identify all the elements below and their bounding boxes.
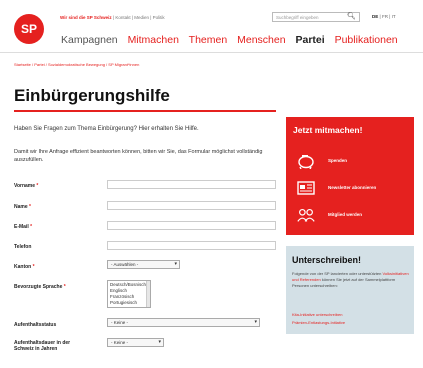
meta-link-about[interactable]: Wir sind die SP Schweiz — [60, 15, 112, 20]
sprache-listbox[interactable]: Deutsch/Bosnisch Englisch Französisch Po… — [107, 280, 151, 308]
cta-spenden[interactable]: Spenden — [286, 152, 414, 172]
language-switcher: DE | FR | IT — [372, 14, 396, 19]
unterschreiben-text: Folgende von der SP lancierten oder unte… — [292, 271, 409, 288]
form-instructions: Damit wir Ihre Anfrage effizient beantwo… — [14, 149, 263, 163]
aufenthaltsdauer-label: Aufenthaltsdauer in der Schweiz in Jahre… — [14, 340, 71, 352]
lang-other[interactable]: | FR | IT — [380, 14, 396, 19]
aufenthaltsstatus-select[interactable]: - Keine - ▾ — [107, 318, 260, 327]
meta-link-list[interactable]: | Kontakt | Medien | Politik — [113, 15, 165, 20]
header-divider — [0, 52, 423, 53]
nav-item-kampagnen[interactable]: Kampagnen — [61, 34, 118, 46]
nav-item-mitmachen[interactable]: Mitmachen — [128, 34, 179, 46]
title-underline — [14, 110, 276, 112]
email-field[interactable] — [107, 221, 276, 230]
nav-item-menschen[interactable]: Menschen — [237, 34, 285, 46]
mitmachen-title: Jetzt mitmachen! — [293, 125, 363, 135]
kanton-select[interactable]: - Auswählen - ▾ — [107, 260, 180, 269]
vorname-label: Vorname * — [14, 183, 39, 189]
nav-item-themen[interactable]: Themen — [189, 34, 228, 46]
cta-mitglied[interactable]: Mitglied werden — [286, 206, 414, 226]
sign-link-1[interactable]: Kita-Initiative unterschreiben — [292, 312, 342, 317]
main-nav: Kampagnen Mitmachen Themen Menschen Part… — [61, 34, 405, 46]
chevron-down-icon: ▾ — [254, 319, 257, 325]
telefon-field[interactable] — [107, 241, 276, 250]
aufenthaltsdauer-select[interactable]: - Keine - ▾ — [107, 338, 164, 347]
people-icon — [296, 206, 316, 224]
name-field[interactable] — [107, 201, 276, 210]
email-label: E-Mail * — [14, 224, 33, 230]
sprache-option[interactable]: Portugiesisch — [110, 300, 148, 306]
nav-item-publikationen[interactable]: Publikationen — [335, 34, 398, 46]
aufenthaltsstatus-label: Aufenthaltsstatus — [14, 322, 57, 328]
intro-text: Haben Sie Fragen zum Thema Einbürgerung?… — [14, 126, 199, 132]
piggy-bank-icon — [296, 152, 316, 170]
lang-de[interactable]: DE — [372, 14, 378, 19]
cta-newsletter[interactable]: Newsletter abonnieren — [286, 179, 414, 199]
chevron-down-icon: ▾ — [174, 261, 177, 267]
unterschreiben-title: Unterschreiben! — [292, 255, 362, 265]
sprache-label: Bevorzugte Sprache * — [14, 284, 66, 290]
breadcrumb[interactable]: Startseite / Partei / Sozialdemokratisch… — [14, 62, 139, 67]
newsletter-icon — [296, 179, 316, 197]
name-label: Name * — [14, 204, 31, 210]
cta-spenden-label[interactable]: Spenden — [328, 158, 347, 163]
search-icon[interactable]: 🔍︎ — [347, 12, 356, 20]
telefon-label: Telefon — [14, 244, 32, 250]
listbox-scrollbar[interactable] — [146, 281, 150, 307]
page-title: Einbürgerungshilfe — [14, 86, 170, 105]
meta-links: Wir sind die SP Schweiz | Kontakt | Medi… — [60, 15, 165, 20]
sign-link-2[interactable]: Prämien-Entlastungs-Initiative — [292, 320, 345, 325]
cta-mitglied-label[interactable]: Mitglied werden — [328, 212, 362, 217]
cta-newsletter-label[interactable]: Newsletter abonnieren — [328, 185, 376, 190]
nav-item-partei[interactable]: Partei — [295, 34, 324, 46]
kanton-label: Kanton * — [14, 264, 35, 270]
vorname-field[interactable] — [107, 180, 276, 189]
chevron-down-icon: ▾ — [158, 339, 161, 345]
unterschreiben-box: Unterschreiben! Folgende von der SP lanc… — [286, 246, 414, 334]
sp-logo[interactable]: SP — [14, 14, 44, 44]
site-header: SP Wir sind die SP Schweiz | Kontakt | M… — [0, 0, 423, 58]
mitmachen-box: Jetzt mitmachen! Spenden Newsletter abon… — [286, 117, 414, 235]
